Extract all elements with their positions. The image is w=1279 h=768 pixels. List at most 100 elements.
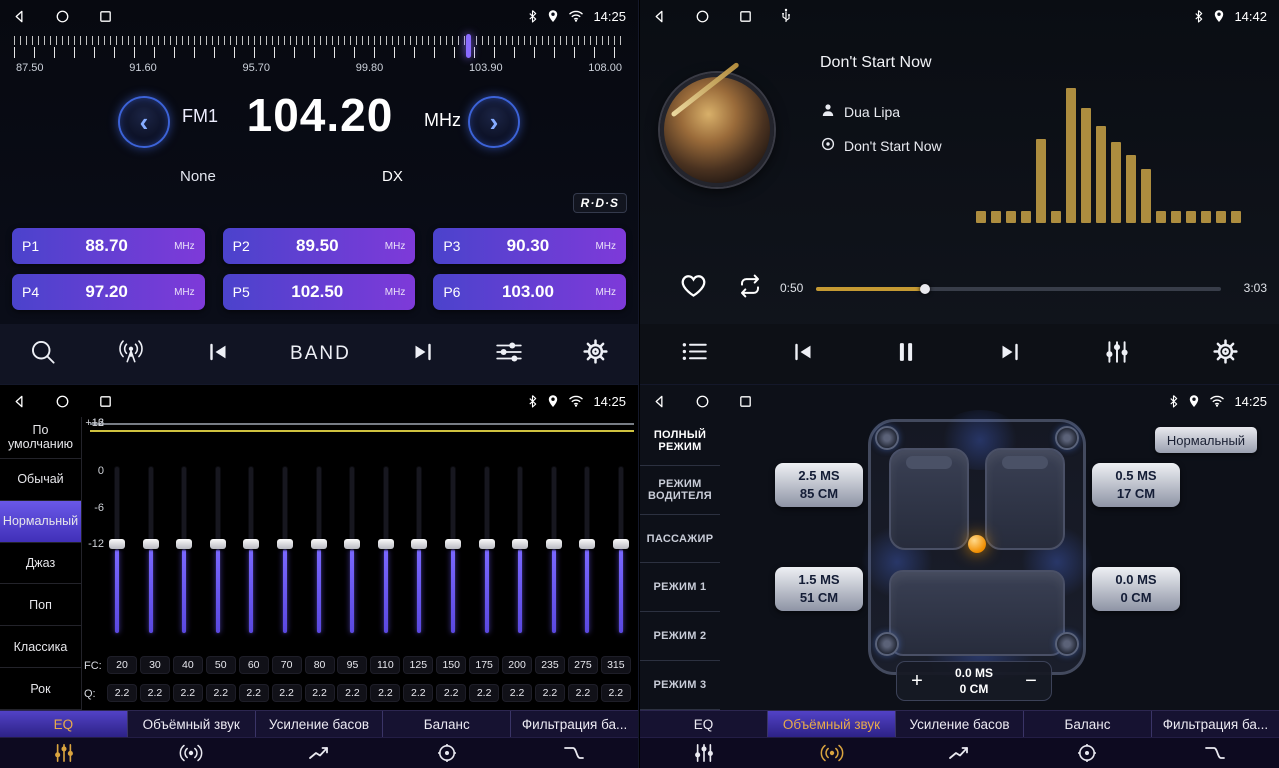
previous-station-icon[interactable]	[206, 342, 230, 367]
eq-band-slider[interactable]	[578, 467, 596, 633]
eq-band-slider[interactable]	[242, 467, 260, 633]
slider-handle[interactable]	[411, 539, 427, 549]
tune-down-button[interactable]: ‹	[118, 96, 170, 148]
back-button[interactable]	[12, 394, 27, 409]
delay-rear-left-button[interactable]: 1.5 MS 51 CM	[775, 567, 863, 611]
delay-front-left-button[interactable]: 2.5 MS 85 CM	[775, 463, 863, 507]
eq-band-slider[interactable]	[209, 467, 227, 633]
tune-up-button[interactable]: ›	[468, 96, 520, 148]
slider-handle[interactable]	[579, 539, 595, 549]
tab-eq[interactable]: EQ	[640, 711, 768, 737]
increase-delay-button[interactable]: +	[897, 670, 937, 693]
slider-handle[interactable]	[143, 539, 159, 549]
slider-handle[interactable]	[210, 539, 226, 549]
slider-handle[interactable]	[512, 539, 528, 549]
slider-handle[interactable]	[378, 539, 394, 549]
tab-bass-boost[interactable]: Усиление басов	[896, 711, 1024, 737]
eq-preset-classic[interactable]: Классика	[0, 626, 81, 668]
eq-sliders-icon[interactable]	[640, 738, 768, 768]
surround-sound-icon[interactable]	[768, 738, 896, 768]
back-button[interactable]	[652, 9, 667, 24]
gear-icon[interactable]	[1213, 339, 1238, 369]
preset-button-p5[interactable]: P5102.50MHz	[223, 274, 416, 310]
eq-preset-normal[interactable]: Нормальный	[0, 501, 81, 543]
slider-handle[interactable]	[344, 539, 360, 549]
sound-preset-button[interactable]: Нормальный	[1155, 427, 1257, 453]
bass-boost-icon[interactable]	[896, 738, 1024, 768]
eq-band-slider[interactable]	[343, 467, 361, 633]
eq-band-slider[interactable]	[478, 467, 496, 633]
preset-button-p3[interactable]: P390.30MHz	[433, 228, 626, 264]
home-button[interactable]	[695, 9, 710, 24]
eq-preset-pop[interactable]: Поп	[0, 584, 81, 626]
delay-front-right-button[interactable]: 0.5 MS 17 CM	[1092, 463, 1180, 507]
eq-preset-custom[interactable]: Обычай	[0, 459, 81, 501]
band-button[interactable]: BAND	[290, 343, 351, 365]
slider-handle[interactable]	[311, 539, 327, 549]
favorite-heart-icon[interactable]	[680, 274, 707, 303]
preset-button-p4[interactable]: P497.20MHz	[12, 274, 205, 310]
eq-band-slider[interactable]	[444, 467, 462, 633]
decrease-delay-button[interactable]: −	[1011, 670, 1051, 693]
recents-button[interactable]	[98, 394, 113, 409]
slider-handle[interactable]	[479, 539, 495, 549]
audio-settings-icon[interactable]	[495, 340, 523, 369]
eq-band-slider[interactable]	[612, 467, 630, 633]
slider-handle[interactable]	[546, 539, 562, 549]
preset-button-p1[interactable]: P188.70MHz	[12, 228, 205, 264]
recents-button[interactable]	[98, 9, 113, 24]
playlist-icon[interactable]	[681, 341, 708, 367]
eq-band-slider[interactable]	[108, 467, 126, 633]
next-track-icon[interactable]	[998, 342, 1022, 367]
balance-icon[interactable]	[1023, 738, 1151, 768]
tab-balance[interactable]: Баланс	[383, 711, 511, 737]
balance-icon[interactable]	[383, 738, 511, 768]
repeat-icon[interactable]	[736, 274, 764, 303]
eq-sliders-icon[interactable]	[0, 738, 128, 768]
gear-icon[interactable]	[583, 339, 608, 369]
progress-knob[interactable]	[920, 284, 930, 294]
eq-preset-rock[interactable]: Рок	[0, 668, 81, 710]
mode-3[interactable]: РЕЖИМ 3	[640, 661, 720, 710]
tab-surround[interactable]: Объёмный звук	[128, 711, 256, 737]
preset-button-p6[interactable]: P6103.00MHz	[433, 274, 626, 310]
preset-button-p2[interactable]: P289.50MHz	[223, 228, 416, 264]
tuning-scale[interactable]: 87.50 91.60 95.70 99.80 103.90 108.00	[0, 34, 638, 80]
listening-position-marker[interactable]	[968, 535, 986, 553]
mode-full[interactable]: ПОЛНЫЙ РЕЖИМ	[640, 417, 720, 466]
eq-band-slider[interactable]	[175, 467, 193, 633]
tab-bass-boost[interactable]: Усиление басов	[256, 711, 384, 737]
home-button[interactable]	[55, 9, 70, 24]
eq-band-slider[interactable]	[310, 467, 328, 633]
tab-eq[interactable]: EQ	[0, 711, 128, 737]
recents-button[interactable]	[738, 394, 753, 409]
previous-track-icon[interactable]	[791, 342, 815, 367]
broadcast-antenna-icon[interactable]	[116, 339, 146, 370]
tab-surround[interactable]: Объёмный звук	[768, 711, 896, 737]
slider-handle[interactable]	[613, 539, 629, 549]
tuner-pointer[interactable]	[466, 34, 471, 58]
equalizer-mixer-icon[interactable]	[1104, 340, 1130, 369]
tab-filter[interactable]: Фильтрация ба...	[1152, 711, 1279, 737]
slider-handle[interactable]	[277, 539, 293, 549]
tab-filter[interactable]: Фильтрация ба...	[511, 711, 638, 737]
eq-band-slider[interactable]	[276, 467, 294, 633]
back-button[interactable]	[12, 9, 27, 24]
home-button[interactable]	[55, 394, 70, 409]
slider-handle[interactable]	[445, 539, 461, 549]
mode-1[interactable]: РЕЖИМ 1	[640, 563, 720, 612]
mode-2[interactable]: РЕЖИМ 2	[640, 612, 720, 661]
surround-sound-icon[interactable]	[128, 738, 256, 768]
eq-band-slider[interactable]	[545, 467, 563, 633]
progress-bar[interactable]	[816, 287, 1221, 291]
slider-handle[interactable]	[243, 539, 259, 549]
eq-preset-jazz[interactable]: Джаз	[0, 543, 81, 585]
delay-rear-right-button[interactable]: 0.0 MS 0 CM	[1092, 567, 1180, 611]
recents-button[interactable]	[738, 9, 753, 24]
eq-band-slider[interactable]	[410, 467, 428, 633]
next-station-icon[interactable]	[411, 342, 435, 367]
eq-preset-default[interactable]: По умолчанию	[0, 417, 81, 459]
back-button[interactable]	[652, 394, 667, 409]
mode-passenger[interactable]: ПАССАЖИР	[640, 515, 720, 564]
bass-boost-icon[interactable]	[255, 738, 383, 768]
